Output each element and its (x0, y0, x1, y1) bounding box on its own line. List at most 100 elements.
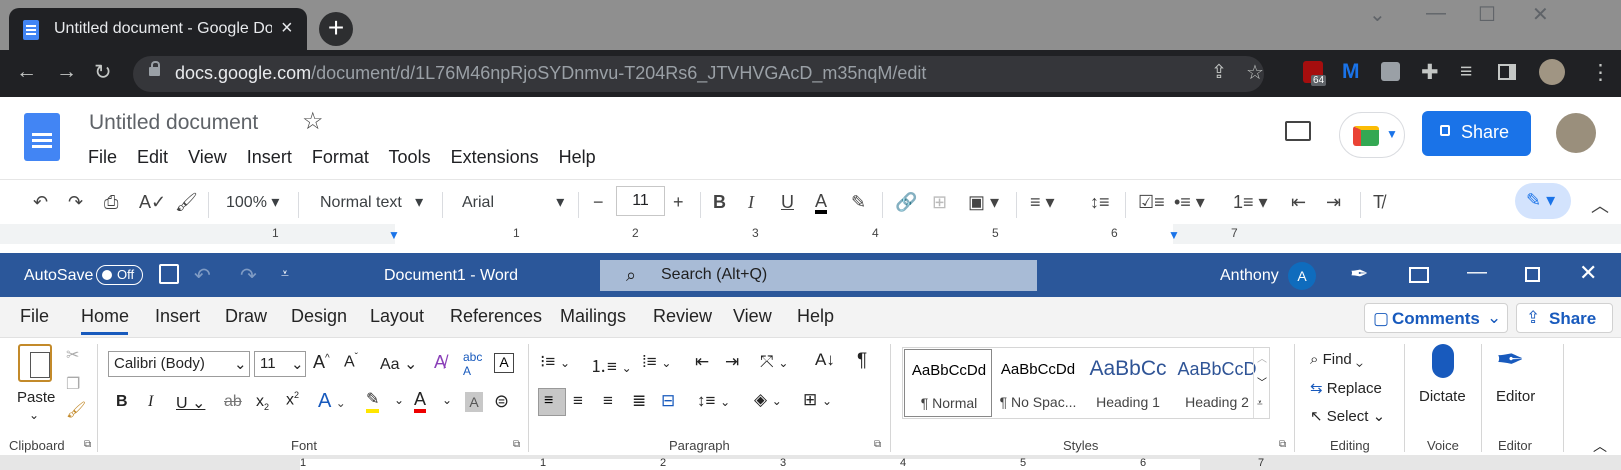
tab-insert[interactable]: Insert (155, 306, 200, 327)
font-name-select[interactable]: Calibri (Body) ⌄ (108, 351, 250, 377)
text-effects-icon[interactable]: A ⌄ (318, 390, 346, 413)
dialog-launcher-icon[interactable]: ⧉ (874, 439, 881, 450)
tab-review[interactable]: Review (653, 306, 712, 327)
font-size-input[interactable]: 11 (616, 186, 665, 216)
save-icon[interactable] (159, 264, 179, 284)
cut-icon[interactable]: ✂ (66, 345, 79, 365)
underline-icon[interactable]: U ⌄ (176, 393, 205, 413)
profile-avatar[interactable] (1539, 59, 1565, 85)
text-direction-icon[interactable]: ⤧ ⌄ (760, 352, 788, 372)
scroll-up-icon[interactable]: ︿ (1257, 350, 1267, 365)
change-case-icon[interactable]: Aa ⌄ (380, 354, 417, 374)
justify-icon[interactable]: ≣ (632, 391, 646, 411)
menu-help[interactable]: Help (559, 147, 596, 167)
borders-icon[interactable]: ⊞ ⌄ (803, 390, 832, 410)
decrease-indent-icon[interactable]: ⇤ (1291, 192, 1306, 213)
document-title[interactable]: Untitled document (89, 111, 258, 135)
copy-icon[interactable]: ❐ (66, 374, 80, 394)
phonetic-guide-icon[interactable]: abc A (463, 350, 482, 378)
comments-button[interactable]: ▢ Comments ⌄ (1364, 303, 1508, 333)
paste-icon[interactable] (18, 344, 52, 382)
ribbon-display-icon[interactable] (1409, 267, 1429, 283)
text-color-icon[interactable]: A (815, 192, 828, 214)
maximize-icon[interactable] (1525, 267, 1540, 282)
clear-formatting-icon[interactable]: T̸ (1373, 192, 1384, 213)
font-size-select[interactable]: 11 ⌄ (254, 351, 306, 377)
docs-share-button[interactable]: Share (1422, 111, 1531, 156)
show-formatting-marks-icon[interactable]: ¶ (857, 350, 867, 372)
undo-icon[interactable]: ↶ (33, 192, 48, 213)
numbered-list-icon[interactable]: 1≡ ▾ (1233, 192, 1268, 213)
forward-icon[interactable]: → (56, 60, 77, 84)
reload-icon[interactable]: ↻ (94, 60, 112, 85)
bullets-icon[interactable]: ⁝≡ ⌄ (540, 352, 570, 372)
bookmark-star-icon[interactable]: ☆ (1246, 60, 1264, 85)
highlight-icon[interactable]: ✎ (851, 192, 866, 213)
shading-icon[interactable]: A (465, 392, 483, 412)
address-bar[interactable]: docs.google.com/document/d/1L76M46npRjoS… (133, 56, 1264, 92)
right-indent-marker[interactable]: ▼ (1168, 228, 1180, 242)
tab-help[interactable]: Help (797, 306, 834, 327)
menu-view[interactable]: View (188, 147, 227, 167)
paste-options-icon[interactable]: ⌄ (29, 408, 39, 422)
dialog-launcher-icon[interactable]: ⧉ (1279, 439, 1286, 450)
increase-indent-icon[interactable]: ⇥ (1326, 192, 1341, 213)
microphone-icon[interactable] (1432, 344, 1454, 378)
share-page-icon[interactable]: ⇪ (1211, 61, 1227, 84)
multilevel-list-icon[interactable]: ⁞≡ ⌄ (642, 352, 671, 372)
dictate-button[interactable]: Dictate (1419, 388, 1466, 405)
checklist-icon[interactable]: ☑≡ (1138, 192, 1165, 213)
back-icon[interactable]: ← (16, 60, 37, 84)
bold-icon[interactable]: B (713, 192, 726, 213)
tab-home[interactable]: Home (81, 306, 129, 327)
new-tab-button[interactable]: + (319, 12, 353, 46)
user-avatar[interactable]: A (1288, 262, 1316, 290)
highlight-dropdown-icon[interactable]: ⌄ (394, 393, 404, 407)
dialog-launcher-icon[interactable]: ⧉ (84, 439, 91, 450)
align-left-button[interactable]: ≡ (538, 388, 566, 416)
more-styles-icon[interactable]: ⩡ (1257, 398, 1263, 409)
docs-logo-icon[interactable] (24, 113, 60, 161)
editor-button[interactable]: Editor (1496, 388, 1535, 405)
enclose-characters-icon[interactable]: ⊜ (494, 391, 509, 412)
menu-insert[interactable]: Insert (247, 147, 292, 167)
redo-icon[interactable]: ↷ (240, 263, 257, 288)
select-button[interactable]: ↖ Select ⌄ (1310, 407, 1385, 425)
print-icon[interactable]: ⎙ (104, 192, 118, 213)
bold-icon[interactable]: B (116, 393, 128, 411)
increase-indent-icon[interactable]: ⇥ (725, 352, 739, 372)
docs-ruler[interactable]: 1 ▼ 1 2 3 4 5 6 ▼ 7 (0, 224, 1621, 244)
paragraph-shading-icon[interactable]: ◈ ⌄ (754, 390, 782, 410)
menu-edit[interactable]: Edit (137, 147, 168, 167)
line-spacing-icon[interactable]: ↕≡ (1090, 192, 1110, 213)
browser-tab[interactable]: Untitled document - Google Doc × (9, 8, 307, 50)
subscript-icon[interactable]: x2 (256, 393, 269, 412)
align-center-icon[interactable]: ≡ (573, 391, 583, 411)
editor-pen-icon[interactable]: ✒ (1496, 340, 1525, 380)
font-color-dropdown-icon[interactable]: ⌄ (442, 393, 452, 407)
style-heading-1[interactable]: AaBbCc Heading 1 (1084, 349, 1172, 417)
align-icon[interactable]: ≡ ▾ (1030, 192, 1055, 213)
m-extension-icon[interactable]: M (1342, 60, 1360, 84)
find-button[interactable]: ⌕ Find ⌄ (1310, 351, 1363, 368)
paint-format-icon[interactable]: 🖌 (175, 192, 198, 213)
format-painter-icon[interactable]: 🖌 (66, 400, 86, 420)
superscript-icon[interactable]: x2 (286, 390, 299, 409)
italic-icon[interactable]: I (148, 393, 153, 411)
tab-references[interactable]: References (450, 306, 542, 327)
tab-file[interactable]: File (20, 306, 49, 327)
word-share-button[interactable]: ⇪ Share (1516, 303, 1613, 333)
customize-qat-icon[interactable]: ⩡ (281, 265, 289, 282)
style-normal[interactable]: AaBbCcDd ¶ Normal (904, 349, 992, 417)
tab-layout[interactable]: Layout (370, 306, 424, 327)
numbering-icon[interactable]: ⒈≡ ⌄ (590, 352, 632, 377)
styles-scroll[interactable]: ︿ ﹀ ⩡ (1253, 348, 1270, 418)
tab-mailings[interactable]: Mailings (560, 306, 626, 327)
extension-icon[interactable]: 64 (1303, 61, 1327, 86)
collapse-menus-icon[interactable]: ︿ (1591, 192, 1609, 218)
add-comment-icon[interactable]: ⊞ (932, 192, 947, 213)
chrome-menu-icon[interactable]: ⋮ (1590, 60, 1611, 85)
user-name[interactable]: Anthony (1220, 267, 1279, 285)
dialog-launcher-icon[interactable]: ⧉ (513, 439, 520, 450)
tab-search-icon[interactable]: ⌄ (1369, 2, 1386, 27)
